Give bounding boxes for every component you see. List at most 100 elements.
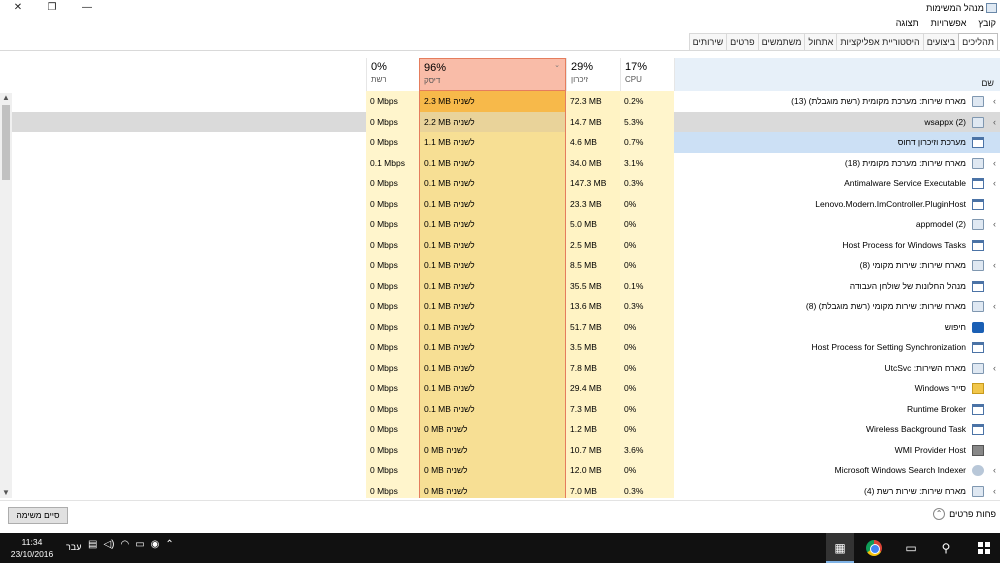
chevron-right-icon[interactable]: › [993,91,996,112]
process-name-cell[interactable]: › Antimalware Service Executable [674,173,1000,194]
show-hidden-icons-icon[interactable]: ⌃ [165,539,173,550]
process-name-cell[interactable]: › מארח שירות: שירות מקומי (8) [674,255,1000,276]
process-name-cell[interactable]: › מארח השירות: UtcSvc [674,358,1000,379]
disk-cell: 0.1 MB לשניה [419,378,566,399]
process-name-cell[interactable]: › wsappx (2) [674,111,1000,133]
task-view-icon[interactable]: ▭ [901,538,921,558]
scroll-up-icon[interactable]: ▲ [0,93,12,103]
process-name-cell[interactable]: Lenovo.Modern.ImController.PluginHost [674,194,1000,215]
tab-app-history[interactable]: היסטוריית אפליקציות [836,33,924,50]
chevron-right-icon[interactable]: › [993,112,996,133]
taskbar-task-manager-button[interactable]: ▦ [826,533,854,563]
vertical-scrollbar[interactable]: ▲ ▼ [0,93,12,498]
table-row[interactable]: 0 Mbps 0.1 MB לשניה 7.3 MB 0% Runtime Broker [0,398,1000,420]
chevron-right-icon[interactable]: › [993,296,996,317]
fewer-details-toggle[interactable]: פחות פרטים ⌃ [933,508,996,520]
clock[interactable]: 11:34 23/10/2016 [4,536,60,560]
process-name-cell[interactable]: Host Process for Setting Synchronization [674,337,1000,358]
memory-cell: 72.3 MB [566,91,620,112]
menu-options[interactable]: אפשרויות [931,16,967,30]
battery-icon[interactable]: ▭ [135,539,144,550]
tab-services[interactable]: שירותים [688,33,728,50]
end-task-button[interactable]: סיים משימה [8,507,68,524]
close-button[interactable]: ✕ [3,0,33,16]
process-name-cell[interactable]: › מארח שירות: מערכת מקומית (18) [674,153,1000,174]
table-row[interactable]: 0 Mbps 0.1 MB לשניה 3.5 MB 0% Host Process f… [0,337,1000,358]
chrome-icon[interactable] [866,540,882,556]
language-indicator[interactable]: עבר [66,542,81,552]
table-row[interactable]: 0 Mbps 0 MB לשניה 10.7 MB 3.6% WMI Provider … [0,439,1000,461]
process-name-cell[interactable]: Runtime Broker [674,399,1000,420]
tab-details[interactable]: פרטים [726,33,759,50]
column-disk[interactable]: ⌄ 96% דיסק [419,58,566,91]
table-row[interactable]: 0 Mbps 0 MB לשניה 7.0 MB 0.3% › מארח שירות: ש… [0,480,1000,499]
disk-percent: 96% [424,62,447,74]
tab-users[interactable]: משתמשים [757,33,806,50]
clock-time: 11:34 [21,537,43,547]
process-name-cell[interactable]: › מארח שירות: שירות רשת (4) [674,481,1000,499]
table-row[interactable]: 0 Mbps 0.1 MB לשניה 5.0 MB 0% › appmodel (2) [0,214,1000,235]
table-row[interactable]: 0 Mbps 0 MB לשניה 12.0 MB 0% › Microsoft Wind… [0,460,1000,481]
process-name: Antimalware Service Executable [844,178,966,188]
table-row[interactable]: 0 Mbps 0.1 MB לשניה 51.7 MB 0% חיפוש [0,316,1000,338]
process-name-cell[interactable]: Wireless Background Task [674,419,1000,440]
chevron-right-icon[interactable]: › [993,153,996,174]
process-name-cell[interactable]: Host Process for Windows Tasks [674,235,1000,256]
table-row[interactable]: 0 Mbps 0.1 MB לשניה 29.4 MB 0% סייר Windows [0,378,1000,399]
disk-cell: 0 MB לשניה [419,480,566,498]
notifications-icon[interactable]: ▤ [88,539,97,550]
chevron-right-icon[interactable]: › [993,214,996,235]
gear-icon [972,219,984,230]
column-memory[interactable]: 29% זיכרון [566,58,620,91]
scroll-thumb[interactable] [2,105,10,180]
cpu-percent: 17% [625,61,648,73]
process-name-cell[interactable]: WMI Provider Host [674,440,1000,461]
minimize-button[interactable]: — [72,0,102,16]
table-row[interactable]: 0 Mbps 0.1 MB לשניה 13.6 MB 0.3% › מארח שירות… [0,296,1000,317]
cpu-cell: 0.1% [620,275,674,296]
tab-processes[interactable]: תהליכים [958,33,998,51]
process-name-cell[interactable]: מנהל החלונות של שולחן העבודה [674,276,1000,297]
table-row[interactable]: 0 Mbps 1.1 MB לשניה 4.6 MB 0.7% מערכת וזיכרו… [0,132,1000,153]
process-name-cell[interactable]: מערכת וזיכרון דחוס [674,132,1000,153]
table-row[interactable]: 0 Mbps 0.1 MB לשניה 35.5 MB 0.1% מנהל החלונו… [0,275,1000,297]
record-icon[interactable]: ◉ [151,539,160,550]
table-row[interactable]: 0 Mbps 0 MB לשניה 1.2 MB 0% Wireless Backgro… [0,419,1000,440]
table-row[interactable]: 0 Mbps 0.1 MB לשניה 8.5 MB 0% › מארח שירות: ש… [0,255,1000,276]
chevron-right-icon[interactable]: › [993,481,996,499]
table-row[interactable]: 0 Mbps 0.1 MB לשניה 23.3 MB 0% Lenovo.Modern… [0,193,1000,215]
search-taskbar-icon[interactable]: ⚲ [936,538,956,558]
chevron-right-icon[interactable]: › [993,358,996,379]
process-name-cell[interactable]: › appmodel (2) [674,214,1000,235]
table-row[interactable]: 0 Mbps 0.1 MB לשניה 2.5 MB 0% Host Process f… [0,234,1000,256]
process-name-cell[interactable]: סייר Windows [674,378,1000,399]
column-cpu[interactable]: 17% CPU [620,58,674,91]
process-name-cell[interactable]: חיפוש [674,317,1000,338]
menu-view[interactable]: תצוגה [896,16,919,30]
column-network[interactable]: 0% רשת [366,58,419,91]
tab-startup[interactable]: אתחול [804,33,838,50]
chevron-right-icon[interactable]: › [993,255,996,276]
table-row[interactable]: 0.1 Mbps 0.1 MB לשניה 34.0 MB 3.1% › מארח שיר… [0,152,1000,174]
table-row[interactable]: 0 Mbps 2.2 MB לשניה 14.7 MB 5.3% › wsappx (2) [0,111,1000,133]
process-name-cell[interactable]: › Microsoft Windows Search Indexer [674,460,1000,481]
table-row[interactable]: 0 Mbps 2.3 MB לשניה 72.3 MB 0.2% › מארח שירות… [0,91,1000,112]
chevron-right-icon[interactable]: › [993,173,996,194]
table-row[interactable]: 0 Mbps 0.1 MB לשניה 7.8 MB 0% › מארח השירות: … [0,357,1000,379]
process-name-cell[interactable]: › מארח שירות: שירות מקומי (רשת מוגבלת) (8… [674,296,1000,317]
wifi-icon[interactable]: ◠ [120,539,129,550]
volume-icon[interactable]: ◁) [103,539,114,550]
name-label: שם [981,78,994,88]
process-name-cell[interactable]: › מארח שירות: מערכת מקומית (רשת מוגבלת) (… [674,91,1000,112]
start-windows-icon[interactable] [978,542,990,554]
restore-button[interactable]: ❐ [37,0,67,16]
menu-file[interactable]: קובץ [978,16,996,30]
table-row[interactable]: 0 Mbps 0.1 MB לשניה 147.3 MB 0.3% › Antimalwa… [0,173,1000,194]
column-name[interactable]: שם [674,58,1000,91]
chevron-right-icon[interactable]: › [993,460,996,481]
scroll-down-icon[interactable]: ▼ [0,488,12,498]
network-cell: 0 Mbps [366,275,419,296]
chevron-up-circle-icon: ⌃ [933,508,946,520]
tab-performance[interactable]: ביצועים [922,33,960,50]
memory-cell: 147.3 MB [566,173,620,194]
